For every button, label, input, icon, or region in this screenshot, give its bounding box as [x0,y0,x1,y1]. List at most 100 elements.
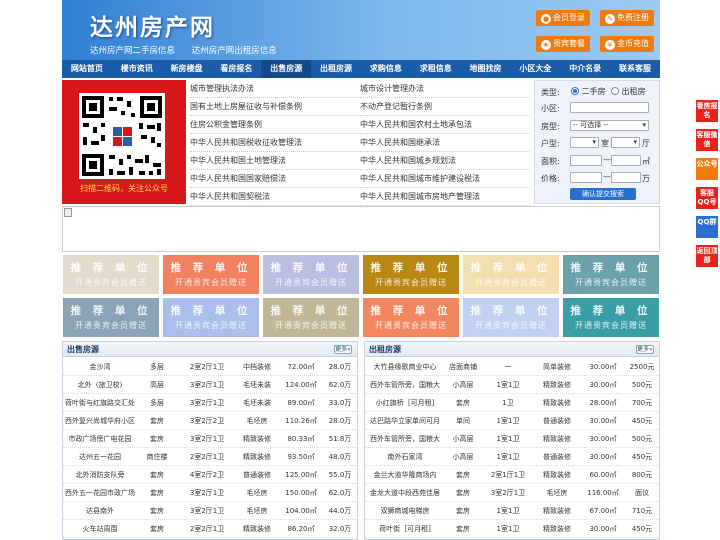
recommended-ad[interactable]: 推 荐 单 位开通贵宾会员赠送 [63,298,159,337]
sale-row[interactable]: 荷叶街与红旗路交汇处 多层 3室2厅1卫 毛坯未装 89.00㎡ 33.0万 [63,394,357,412]
float-button[interactable]: 公众号 [696,158,718,180]
recommended-ad[interactable]: 推 荐 单 位开通贵宾会员赠送 [163,255,259,294]
rent-row[interactable]: 西外车管所旁，国粮大 小高层 1室1卫 精致装修 30.00㎡ 500元 [365,430,659,448]
price-min-input[interactable] [570,172,602,183]
rent-row[interactable]: 南外石家湾 小高层 1室1卫 普通装修 30.00㎡ 450元 [365,448,659,466]
rent-row[interactable]: 荷叶街［可月租] 套房 1室1卫 精致装修 30.00㎡ 450元 [365,520,659,538]
qr-caption: 扫描二维码，关注公众号 [80,184,168,193]
nav-item[interactable]: 新房楼盘 [162,60,212,78]
sale-row[interactable]: 北外（旅卫校) 高层 3室2厅1卫 毛坯未装 124.00㎡ 62.0万 [63,376,357,394]
sale-row[interactable]: 西外复兴尚城华府小区 套房 3室2厅2卫 毛坯房 110.26㎡ 28.0万 [63,412,357,430]
policy-link[interactable]: 城市管理执法办法 [190,80,360,98]
member-login-button[interactable]: ● 会员登录 [536,10,590,26]
recommended-ad[interactable]: 推 荐 单 位开通贵宾会员赠送 [163,298,259,337]
area-max-input[interactable] [611,155,641,166]
float-button[interactable]: 客服QQ号 [696,187,718,209]
rent-row[interactable]: 小红旗桥［可月租] 套房 1卫 精致装修 28.00㎡ 700元 [365,394,659,412]
rent-row[interactable]: 达巴路华立家单间可月 单间 1室1卫 普通装修 30.00㎡ 450元 [365,412,659,430]
recommended-ad[interactable]: 推 荐 单 位开通贵宾会员赠送 [263,298,359,337]
policy-link[interactable]: 中华人民共和国国家赔偿法 [190,170,360,188]
float-button[interactable]: 客服微信 [696,129,718,151]
recommended-ad[interactable]: 推 荐 单 位开通贵宾会员赠送 [563,255,659,294]
price-max-input[interactable] [611,172,641,183]
search-submit-button[interactable]: 确认提交搜索 [570,188,636,200]
recommended-ad[interactable]: 推 荐 单 位开通贵宾会员赠送 [563,298,659,337]
site-title[interactable]: 达州房产网 [90,8,215,42]
recommended-ad[interactable]: 推 荐 单 位开通贵宾会员赠送 [63,255,159,294]
site-header: 达州房产网 达州房产网二手房信息 达州房产网出租房信息 ● 会员登录 ✎ 免费注册 … [62,0,660,60]
policy-link[interactable]: 国有土地上房屋征收与补偿条例 [190,98,360,116]
rent-cell: 1室1卫 [496,417,520,425]
sale-row[interactable]: 市政广场傍广电花园 套房 3室2厅1卫 精致装修 80.33㎡ 51.8万 [63,430,357,448]
recommended-ad[interactable]: 推 荐 单 位开通贵宾会员赠送 [263,255,359,294]
sale-row[interactable]: 北外消防支队旁 套房 4室2厅2卫 普通装修 125.00㎡ 55.0万 [63,466,357,484]
nav-item[interactable]: 网站首页 [62,60,112,78]
secondhand-link[interactable]: 达州房产网二手房信息 [90,46,175,56]
hall-select[interactable]: ▾ [611,137,640,148]
rent-more-button[interactable]: 更多» [636,345,654,354]
community-input[interactable] [570,102,649,113]
float-button[interactable]: QQ群 [696,216,718,238]
sale-row[interactable]: 金沙湾 多层 2室2厅1卫 中档装修 72.00㎡ 28.0万 [63,358,357,376]
sale-more-button[interactable]: 更多» [334,345,352,354]
policy-link[interactable]: 中华人民共和国土地管理法 [190,152,360,170]
policy-link[interactable]: 中华人民共和国税收征收管理法 [190,134,360,152]
nav-item[interactable]: 小区大全 [510,60,560,78]
nav-item[interactable]: 求租信息 [411,60,461,78]
sale-cell: 精致装修 [243,525,271,533]
float-button[interactable]: 返回顶部 [696,245,718,267]
ad-line-2: 开通贵宾会员赠送 [75,321,147,330]
rent-row[interactable]: 金龙大道中段西苑佳居 套房 3室2厅1卫 毛坯房 116.00㎡ 面议 [365,484,659,502]
float-button[interactable]: 看房报名 [696,100,718,122]
policy-link[interactable]: 住房公积金管理条例 [190,116,360,134]
nav-item[interactable]: 中介名录 [560,60,610,78]
policy-link[interactable]: 中华人民共和国继承法 [360,134,530,152]
sale-row[interactable]: 达州五一花园 商住楼 2室2厅1卫 精致装修 93.50㎡ 48.0万 [63,448,357,466]
ad-line-1: 推 荐 单 位 [170,305,252,317]
policy-link[interactable]: 不动产登记暂行条例 [360,98,530,116]
nav-item[interactable]: 出售房源 [261,60,312,78]
register-button[interactable]: ✎ 免费注册 [600,10,654,26]
nav-item[interactable]: 求购信息 [361,60,411,78]
rent-cell: 双狮商城电梯房 [380,507,430,515]
rent-row[interactable]: 金兰大道华隆商场内 套房 2室1厅1卫 精致装修 60.00㎡ 800元 [365,466,659,484]
area-min-input[interactable] [570,155,602,166]
policy-link[interactable]: 中华人民共和国城市维护建设税法 [360,170,530,188]
rent-link[interactable]: 达州房产网出租房信息 [192,46,277,56]
rent-row[interactable]: 双狮商城电梯房 套房 1室1卫 精致装修 67.00㎡ 710元 [365,502,659,520]
nav-item[interactable]: 看房报名 [211,60,261,78]
sale-row[interactable]: 火车站周围 套房 2室2厅1卫 精致装修 86.20㎡ 32.0万 [63,520,357,538]
vip-package-button[interactable]: ★ 贵宾套餐 [536,36,590,52]
range-dash: — [603,155,611,164]
recommended-ad[interactable]: 推 荐 单 位开通贵宾会员赠送 [463,298,559,337]
house-type-select[interactable]: -- 可选择 -- ▾ [570,120,649,131]
nav-item[interactable]: 出租房源 [311,60,361,78]
rent-row[interactable]: 大竹县缘歌商业中心 店面商铺 一 简单装修 30.00㎡ 2500元 [365,358,659,376]
nav-item[interactable]: 地图找房 [461,60,511,78]
rent-cell: 精致装修 [543,399,571,407]
rent-cell: 精致装修 [543,507,571,515]
type-radio-rent[interactable]: 出租房 [611,86,646,97]
ad-line-2: 开通贵宾会员赠送 [575,278,647,287]
ad-line-1: 推 荐 单 位 [270,262,352,274]
sale-row[interactable]: 西外五一花园市政广场 套房 3室2厅1卫 毛坯房 150.00㎡ 62.0万 [63,484,357,502]
rent-cell: 30.00㎡ [589,435,617,443]
policy-link[interactable]: 中华人民共和国农村土地承包法 [360,116,530,134]
house-type-label: 房型: [541,122,560,131]
policy-link[interactable]: 城市设计管理办法 [360,80,530,98]
type-radio-secondhand[interactable]: 二手房 [571,86,606,97]
room-select[interactable]: ▾ [570,137,599,148]
policy-link[interactable]: 中华人民共和国城乡规划法 [360,152,530,170]
nav-item[interactable]: 联系客服 [610,60,660,78]
rent-row[interactable]: 西外车管所旁，国粮大 小高层 1室1卫 精致装修 30.00㎡ 500元 [365,376,659,394]
coin-recharge-button[interactable]: ¥ 金币充值 [600,36,654,52]
sale-cell: 72.00㎡ [287,363,315,371]
sale-row[interactable]: 达县南外 套房 3室2厅1卫 毛坯房 104.00㎡ 44.0万 [63,502,357,520]
recommended-ad[interactable]: 推 荐 单 位开通贵宾会员赠送 [463,255,559,294]
recommended-ad[interactable]: 推 荐 单 位开通贵宾会员赠送 [363,298,459,337]
rent-cell: 大竹县缘歌商业中心 [373,363,437,371]
recommended-ad[interactable]: 推 荐 单 位开通贵宾会员赠送 [363,255,459,294]
nav-item[interactable]: 楼市资讯 [112,60,162,78]
policy-link[interactable]: 中华人民共和国契税法 [190,188,360,206]
policy-link[interactable]: 中华人民共和国城市房地产管理法 [360,188,530,206]
